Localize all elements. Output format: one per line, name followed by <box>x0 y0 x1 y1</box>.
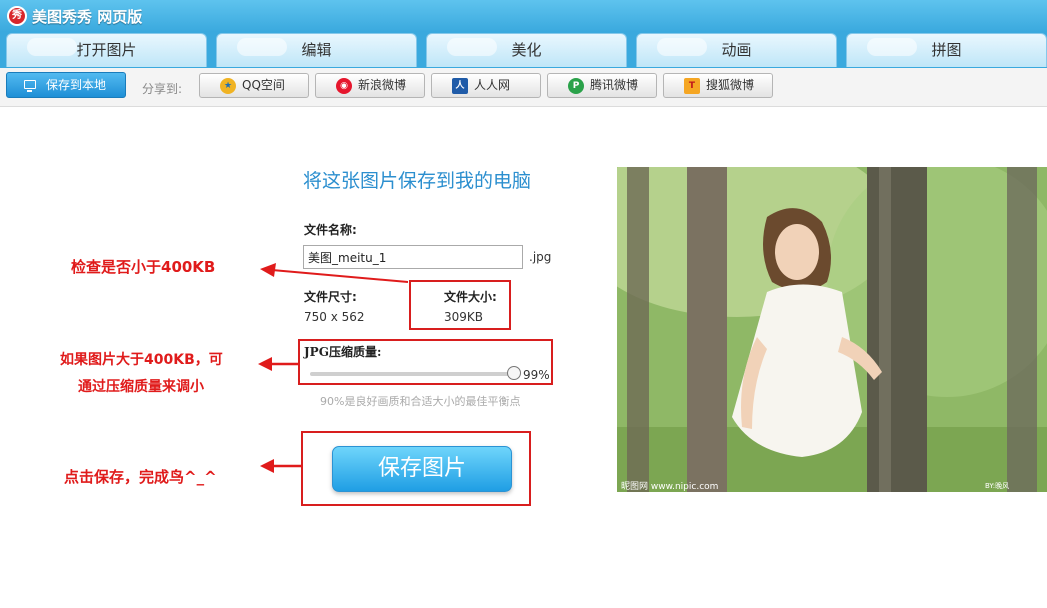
arrow-icon <box>260 459 302 473</box>
share-qzone-button[interactable]: ★ QQ空间 <box>199 73 309 98</box>
save-highlight-box <box>301 431 531 506</box>
tab-open-image[interactable]: 打开图片 <box>6 33 207 67</box>
photo-illustration <box>617 167 1047 492</box>
annotation-check-size: 检查是否小于400KB <box>71 258 216 276</box>
share-label: 分享到: <box>142 82 183 96</box>
save-to-local-button[interactable]: 保存到本地 <box>6 72 126 98</box>
tab-label: 拼图 <box>931 41 962 59</box>
title-bar: 秀 美图秀秀 网页版 <box>0 0 1047 32</box>
tab-collage[interactable]: 拼图 <box>846 33 1047 67</box>
arrow-icon <box>258 357 300 371</box>
share-renren-label: 人人网 <box>474 78 511 92</box>
photo-watermark-left: 昵图网 www.nipic.com <box>621 482 719 492</box>
filename-label: 文件名称: <box>304 223 357 237</box>
tab-label: 动画 <box>721 41 752 59</box>
dimensions-value: 750 x 562 <box>304 310 365 324</box>
image-preview: 昵图网 www.nipic.com BY:晚风 No:2012... <box>617 167 1047 492</box>
annotation-click-save: 点击保存，完成鸟^_^ <box>64 468 217 486</box>
annotation-compress-line2: 通过压缩质量来调小 <box>78 379 204 395</box>
arrow-icon <box>260 263 408 283</box>
tab-label: 编辑 <box>301 41 332 59</box>
share-renren-button[interactable]: 人 人人网 <box>431 73 541 98</box>
share-tencent-weibo-button[interactable]: P 腾讯微博 <box>547 73 657 98</box>
tab-edit[interactable]: 编辑 <box>216 33 417 67</box>
tencent-weibo-icon: P <box>568 78 584 94</box>
share-tencent-weibo-label: 腾讯微博 <box>590 78 639 92</box>
filesize-highlight-box <box>409 280 511 330</box>
share-sohu-weibo-label: 搜狐微博 <box>706 78 755 92</box>
qzone-icon: ★ <box>220 78 236 94</box>
tab-animation[interactable]: 动画 <box>636 33 837 67</box>
quality-highlight-box <box>298 339 553 385</box>
meitu-logo-icon: 秀 <box>7 6 27 26</box>
weibo-icon: ◉ <box>336 78 352 94</box>
share-weibo-button[interactable]: ◉ 新浪微博 <box>315 73 425 98</box>
file-extension: .jpg <box>529 250 552 264</box>
app-title: 美图秀秀 网页版 <box>32 8 143 26</box>
quality-hint: 90%是良好画质和合适大小的最佳平衡点 <box>320 395 521 408</box>
tab-beautify[interactable]: 美化 <box>426 33 627 67</box>
renren-icon: 人 <box>452 78 468 94</box>
photo-watermark-right: BY:晚风 No:2012... <box>985 482 1021 492</box>
dimensions-label: 文件尺寸: <box>304 290 357 304</box>
sohu-weibo-icon: T <box>684 78 700 94</box>
page-title: 将这张图片保存到我的电脑 <box>303 170 532 192</box>
share-sohu-weibo-button[interactable]: T 搜狐微博 <box>663 73 773 98</box>
tab-label: 打开图片 <box>76 41 137 59</box>
monitor-icon <box>24 80 36 92</box>
toolbar: 保存到本地 分享到: ★ QQ空间 ◉ 新浪微博 人 人人网 P 腾讯微博 T … <box>0 68 1047 107</box>
tab-label: 美化 <box>511 41 542 59</box>
main-tabs: 打开图片 编辑 美化 动画 拼图 <box>0 32 1047 68</box>
annotation-compress-line1: 如果图片大于400KB，可 <box>60 352 223 368</box>
share-qzone-label: QQ空间 <box>242 78 285 92</box>
save-to-local-label: 保存到本地 <box>46 78 107 92</box>
share-weibo-label: 新浪微博 <box>358 78 407 92</box>
